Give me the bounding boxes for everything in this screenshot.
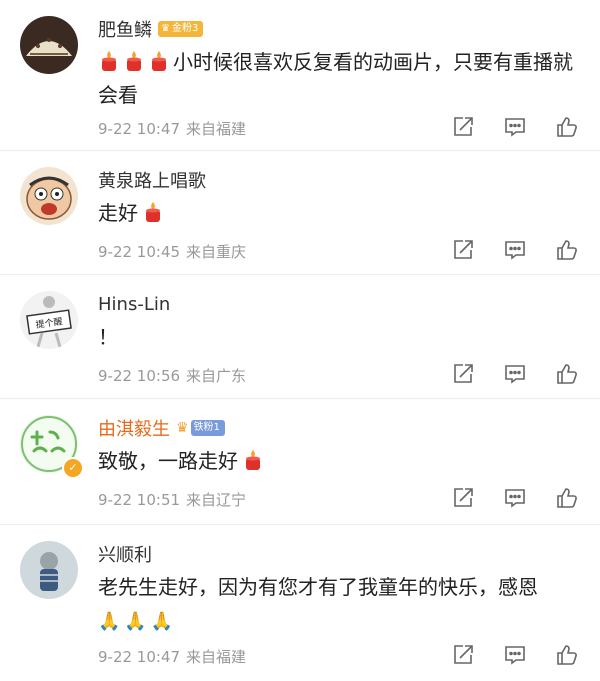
comment-list: 肥鱼鳞 ♛ 金粉3 小时候很喜欢反复看的动画片，只要有重播就会看 9-22 10:… — [0, 0, 600, 681]
share-icon — [454, 364, 473, 383]
comment-text-body: 走好 — [98, 201, 138, 225]
thumbs-up-icon — [557, 364, 577, 384]
name-row: Hins-Lin — [98, 291, 170, 317]
share-button[interactable] — [450, 361, 476, 387]
pray-icon: 🙏 — [150, 611, 174, 632]
comment-text: 走好 — [98, 197, 584, 230]
comment-text: ！ — [98, 321, 584, 354]
comment-item: ✓ 由淇毅生 ♛ 铁粉1 致敬，一路走好 9-22 10:51 来自辽宁 — [0, 399, 600, 525]
comment-icon — [505, 118, 525, 137]
candle-icon — [127, 51, 141, 71]
like-button[interactable] — [554, 361, 580, 387]
fan-badge[interactable]: 铁粉1 — [190, 420, 225, 436]
comment-item: 兴顺利 老先生走好，因为有您才有了我童年的快乐，感恩 🙏 🙏 🙏 9-22 10:4… — [0, 525, 600, 681]
like-button[interactable] — [554, 237, 580, 263]
candle-icon — [152, 51, 166, 71]
candle-icon — [102, 51, 116, 71]
comment-item: 黄泉路上唱歌 走好 9-22 10:45 来自重庆 — [0, 151, 600, 275]
comment-location: 来自福建 — [186, 120, 247, 138]
fan-badge-label: 金粉3 — [171, 23, 199, 34]
comment-time: 9-22 10:56 — [98, 367, 181, 385]
share-icon — [454, 645, 473, 664]
share-icon — [454, 117, 473, 136]
comment-text-body: ！ — [98, 325, 118, 349]
comment-meta: 9-22 10:51 来自辽宁 — [98, 489, 246, 510]
comment-actions — [450, 237, 580, 263]
user-name[interactable]: 肥鱼鳞 — [98, 16, 152, 42]
crown-icon: ♛ — [161, 23, 170, 34]
reply-button[interactable] — [502, 485, 528, 511]
comment-text-body: 老先生走好，因为有您才有了我童年的快乐，感恩 — [98, 575, 538, 599]
reply-button[interactable] — [502, 114, 528, 140]
comment-text: 老先生走好，因为有您才有了我童年的快乐，感恩 🙏 🙏 🙏 — [98, 571, 584, 638]
comment-icon — [505, 365, 525, 384]
comment-meta: 9-22 10:56 来自广东 — [98, 365, 246, 386]
share-button[interactable] — [450, 114, 476, 140]
verified-badge: ✓ — [62, 457, 84, 479]
user-name[interactable]: 由淇毅生 — [98, 415, 170, 441]
avatar[interactable]: 提个醒 — [20, 291, 78, 349]
comment-icon — [505, 646, 525, 665]
candle-icon — [146, 202, 160, 222]
pray-icon: 🙏 — [124, 611, 147, 632]
comment-meta: 9-22 10:45 来自重庆 — [98, 241, 246, 262]
comment-location: 来自重庆 — [186, 243, 247, 261]
share-button[interactable] — [450, 485, 476, 511]
comment-meta: 9-22 10:47 来自福建 — [98, 118, 246, 139]
comment-icon — [505, 241, 525, 260]
candle-icon — [246, 450, 260, 470]
pray-icon: 🙏 — [98, 611, 121, 632]
comment-location: 来自福建 — [186, 648, 247, 666]
avatar[interactable] — [20, 167, 78, 225]
thumbs-up-icon — [557, 240, 577, 260]
name-row: 黄泉路上唱歌 — [98, 167, 206, 193]
reply-button[interactable] — [502, 361, 528, 387]
comment-location: 来自辽宁 — [186, 491, 247, 509]
comment-item: 提个醒 Hins-Lin ！ 9-22 10:56 来自广东 — [0, 275, 600, 399]
comment-location: 来自广东 — [186, 367, 247, 385]
share-button[interactable] — [450, 237, 476, 263]
comment-text: 小时候很喜欢反复看的动画片，只要有重播就会看 — [98, 46, 584, 112]
crown-icon: ♛ — [176, 420, 189, 436]
fan-badge[interactable]: ♛ 金粉3 — [158, 21, 204, 37]
share-button[interactable] — [450, 642, 476, 668]
comment-time: 9-22 10:47 — [98, 120, 181, 138]
comment-actions — [450, 485, 580, 511]
comment-time: 9-22 10:45 — [98, 243, 181, 261]
like-button[interactable] — [554, 114, 580, 140]
share-icon — [454, 240, 473, 259]
comment-actions — [450, 114, 580, 140]
comment-icon — [505, 489, 525, 508]
thumbs-up-icon — [557, 645, 577, 665]
like-button[interactable] — [554, 485, 580, 511]
comment-item: 肥鱼鳞 ♛ 金粉3 小时候很喜欢反复看的动画片，只要有重播就会看 9-22 10:… — [0, 0, 600, 151]
comment-time: 9-22 10:47 — [98, 648, 181, 666]
reply-button[interactable] — [502, 642, 528, 668]
reply-button[interactable] — [502, 237, 528, 263]
like-button[interactable] — [554, 642, 580, 668]
comment-time: 9-22 10:51 — [98, 491, 181, 509]
comment-actions — [450, 361, 580, 387]
user-name[interactable]: 兴顺利 — [98, 541, 152, 567]
comment-meta: 9-22 10:47 来自福建 — [98, 646, 246, 667]
avatar[interactable] — [20, 541, 78, 599]
thumbs-up-icon — [557, 117, 577, 137]
comment-actions — [450, 642, 580, 668]
name-row: 兴顺利 — [98, 541, 152, 567]
avatar[interactable] — [20, 16, 78, 74]
share-icon — [454, 488, 473, 507]
comment-text: 致敬，一路走好 — [98, 445, 584, 478]
name-row: 由淇毅生 ♛ 铁粉1 — [98, 415, 225, 441]
user-name[interactable]: 黄泉路上唱歌 — [98, 167, 206, 193]
user-name[interactable]: Hins-Lin — [98, 294, 170, 315]
comment-text-body: 致敬，一路走好 — [98, 449, 238, 473]
thumbs-up-icon — [557, 488, 577, 508]
